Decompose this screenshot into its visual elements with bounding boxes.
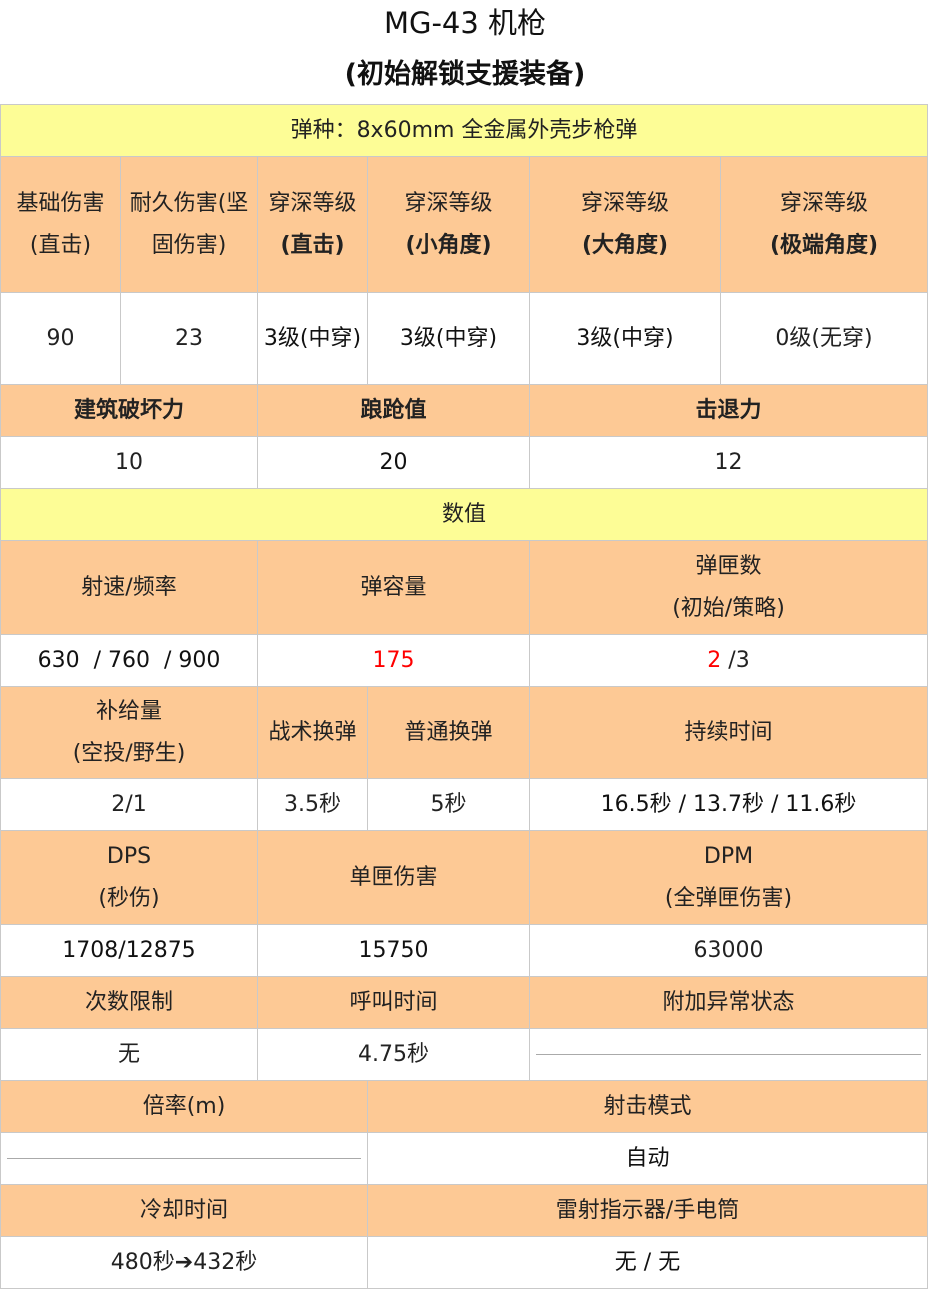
header-mags: 弹匣数 (初始/策略) — [529, 540, 928, 635]
value-normal-reload: 5秒 — [367, 778, 530, 831]
header-stagger: 踉跄值 — [257, 384, 530, 437]
value-mags: 2 /3 — [529, 634, 928, 687]
value-durable-damage: 23 — [120, 292, 258, 385]
header-status: 附加异常状态 — [529, 976, 928, 1029]
value-mags-rest: /3 — [721, 647, 750, 673]
header-dps-line1: DPS — [106, 843, 152, 869]
header-push: 击退力 — [529, 384, 928, 437]
header-pen-small-line2: (小角度) — [405, 232, 492, 258]
value-dps: 1708/12875 — [0, 924, 258, 977]
header-mags-line2: (初始/策略) — [672, 595, 785, 621]
header-uses: 次数限制 — [0, 976, 258, 1029]
empty-rule — [536, 1054, 921, 1055]
header-pen-large: 穿深等级 (大角度) — [529, 156, 721, 293]
value-pen-extreme: 0级(无穿) — [720, 292, 928, 385]
ammo-type: 弹种：8x60mm 全金属外壳步枪弹 — [0, 104, 928, 157]
header-laser: 雷射指示器/手电筒 — [367, 1184, 928, 1237]
value-pen-small: 3级(中穿) — [367, 292, 530, 385]
header-dps-line2: (秒伤) — [98, 885, 160, 911]
header-zoom: 倍率(m) — [0, 1080, 368, 1133]
value-uses: 无 — [0, 1028, 258, 1081]
header-call-time: 呼叫时间 — [257, 976, 530, 1029]
header-pen-small: 穿深等级 (小角度) — [367, 156, 530, 293]
value-fire-mode: 自动 — [367, 1132, 928, 1185]
header-duration: 持续时间 — [529, 686, 928, 779]
page-subtitle: (初始解锁支援装备) — [344, 59, 586, 90]
value-push: 12 — [529, 436, 928, 489]
value-mags-initial: 2 — [707, 647, 722, 673]
header-rpm: 射速/频率 — [0, 540, 258, 635]
header-pen-extreme: 穿深等级 (极端角度) — [720, 156, 928, 293]
header-dps: DPS (秒伤) — [0, 830, 258, 925]
header-cooldown: 冷却时间 — [0, 1184, 368, 1237]
value-base-damage: 90 — [0, 292, 121, 385]
header-resupply-line1: 补给量 — [95, 698, 162, 724]
header-tactical-reload: 战术换弹 — [257, 686, 368, 779]
header-dpm: DPM (全弹匣伤害) — [529, 830, 928, 925]
value-status — [529, 1028, 928, 1081]
value-pen-direct: 3级(中穿) — [257, 292, 368, 385]
header-base-damage: 基础伤害(直击) — [0, 156, 121, 293]
header-resupply: 补给量 (空投/野生) — [0, 686, 258, 779]
stats-section-header: 数值 — [0, 488, 928, 541]
value-rpm: 630 / 760 / 900 — [0, 634, 258, 687]
header-pen-extreme-line1: 穿深等级 — [779, 190, 868, 216]
header-pen-large-line2: (大角度) — [581, 232, 669, 258]
header-durable-damage: 耐久伤害(坚固伤害) — [120, 156, 258, 293]
value-call-time: 4.75秒 — [257, 1028, 530, 1081]
stats-table: 弹种：8x60mm 全金属外壳步枪弹 基础伤害(直击) 耐久伤害(坚固伤害) 穿… — [0, 104, 928, 1289]
header-dpm-line1: DPM — [703, 843, 754, 869]
header-mag-damage: 单匣伤害 — [257, 830, 530, 925]
value-laser: 无 / 无 — [367, 1236, 928, 1289]
page-title: MG-43 机枪 — [383, 6, 547, 40]
header-mags-line1: 弹匣数 — [695, 553, 762, 579]
header-capacity: 弹容量 — [257, 540, 530, 635]
value-resupply: 2/1 — [0, 778, 258, 831]
value-mag-damage: 15750 — [257, 924, 530, 977]
value-duration: 16.5秒 / 13.7秒 / 11.6秒 — [529, 778, 928, 831]
value-demolition: 10 — [0, 436, 258, 489]
header-pen-direct-line1: 穿深等级 — [268, 190, 357, 216]
header-dpm-line2: (全弹匣伤害) — [664, 885, 793, 911]
header-normal-reload: 普通换弹 — [367, 686, 530, 779]
value-cooldown: 480秒➔432秒 — [0, 1236, 368, 1289]
header-pen-direct-line2: (直击) — [280, 232, 345, 258]
header-pen-large-line1: 穿深等级 — [580, 190, 669, 216]
empty-rule — [7, 1158, 361, 1159]
value-tactical-reload: 3.5秒 — [257, 778, 368, 831]
header-pen-small-line1: 穿深等级 — [404, 190, 493, 216]
header-demolition: 建筑破坏力 — [0, 384, 258, 437]
value-zoom — [0, 1132, 368, 1185]
value-pen-large: 3级(中穿) — [529, 292, 721, 385]
value-dpm: 63000 — [529, 924, 928, 977]
header-resupply-line2: (空投/野生) — [72, 740, 186, 766]
value-capacity: 175 — [257, 634, 530, 687]
header-pen-extreme-line2: (极端角度) — [769, 232, 879, 258]
header-fire-mode: 射击模式 — [367, 1080, 928, 1133]
header-pen-direct: 穿深等级 (直击) — [257, 156, 368, 293]
value-stagger: 20 — [257, 436, 530, 489]
